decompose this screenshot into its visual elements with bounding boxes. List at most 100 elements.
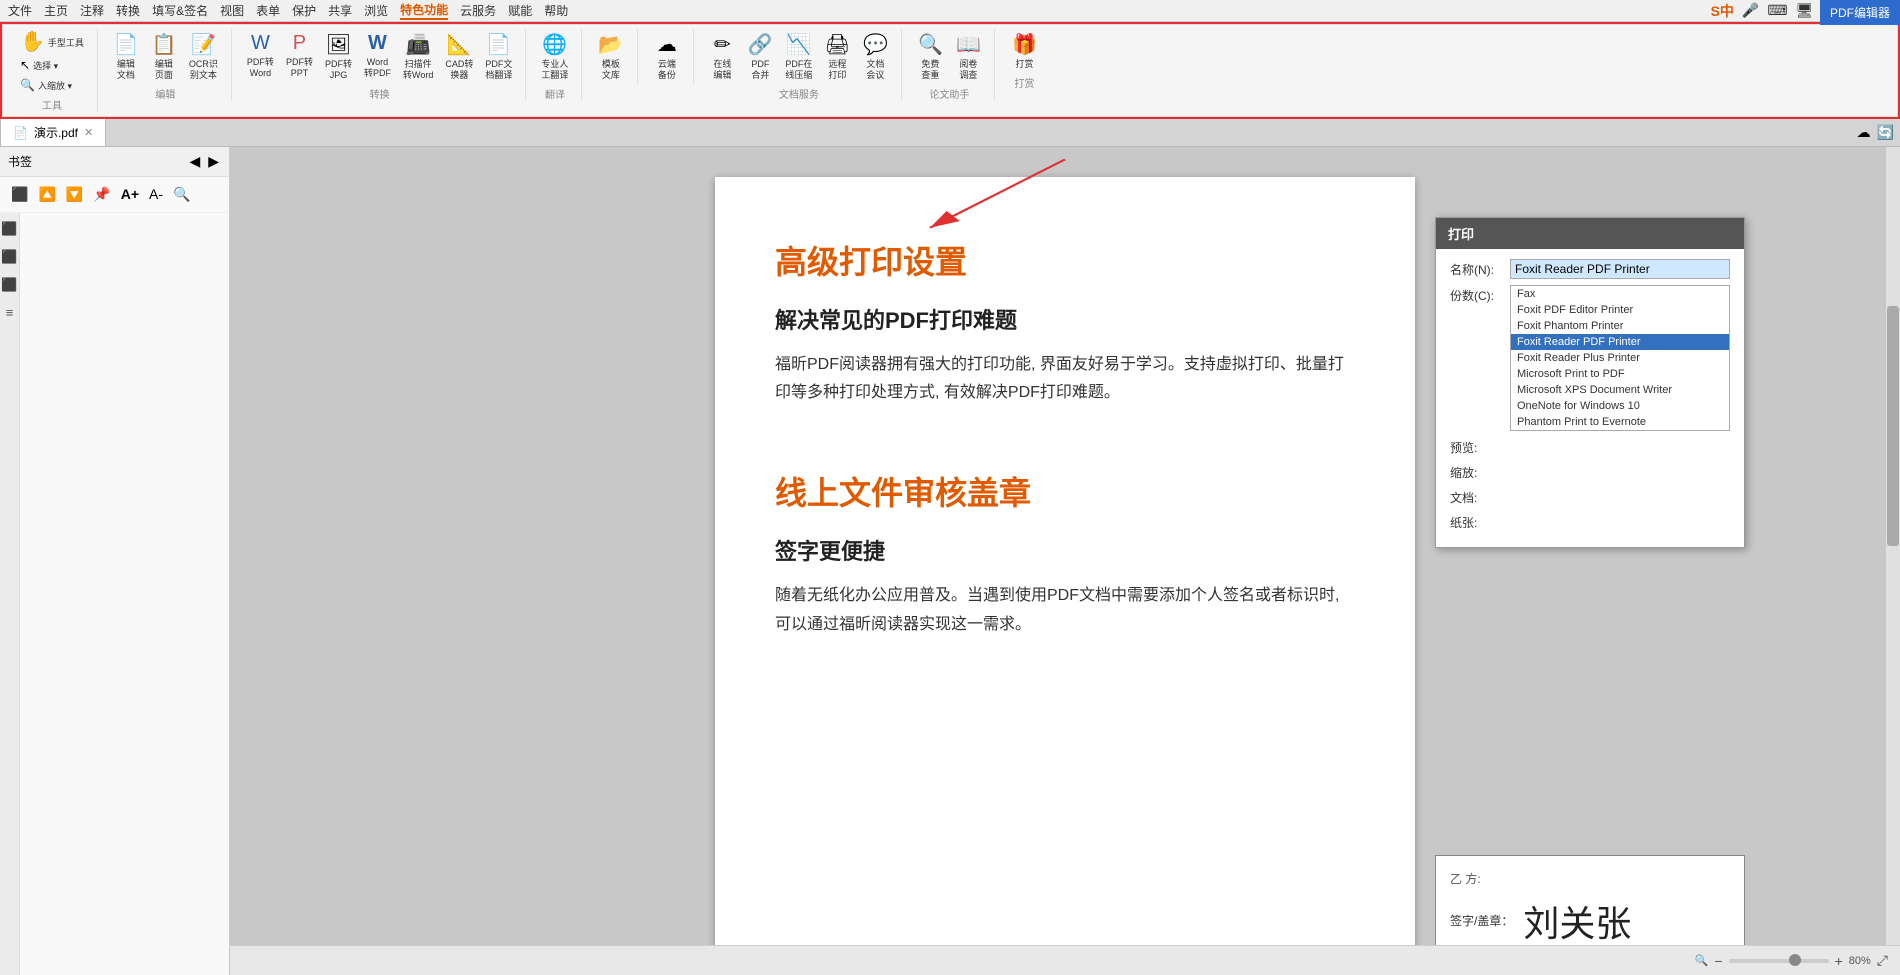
print-list-item-evernote[interactable]: Phantom Print to Evernote (1511, 414, 1729, 430)
menu-enable[interactable]: 赋能 (508, 2, 532, 19)
print-list-item-ms-pdf[interactable]: Microsoft Print to PDF (1511, 366, 1729, 382)
online-edit-button[interactable]: ✏ 在线编辑 (704, 29, 740, 84)
menu-convert[interactable]: 转换 (116, 2, 140, 19)
pdf-translate-button[interactable]: 📄 PDF文档翻译 (480, 29, 517, 84)
print-name-input[interactable] (1510, 259, 1730, 279)
ocr-button[interactable]: 📝 OCR识别文本 (184, 29, 223, 84)
edit-doc-button[interactable]: 📄 编辑文档 (108, 29, 144, 84)
scan-to-word-button[interactable]: 📠 扫描件转Word (398, 29, 438, 84)
pdf-to-word-button[interactable]: W PDF转Word (242, 29, 279, 84)
reward-icon: 🎁 (1012, 32, 1037, 57)
menu-browse[interactable]: 浏览 (364, 2, 388, 19)
menu-home[interactable]: 主页 (44, 2, 68, 19)
pdf-merge-label: PDF合并 (751, 59, 769, 81)
check-dup-button[interactable]: 🔍 免费查重 (912, 29, 948, 84)
cloud-backup-icon: ☁ (657, 32, 677, 57)
sync-icon: 🔄 (1877, 124, 1894, 141)
print-list-item-phantom[interactable]: Foxit Phantom Printer (1511, 318, 1729, 334)
menu-form[interactable]: 表单 (256, 2, 280, 19)
sidebar-tool-filter-icon[interactable]: 🔍 (170, 183, 193, 206)
sidebar-strip-icon-4[interactable]: ≡ (6, 305, 14, 320)
print-list-item-reader-plus[interactable]: Foxit Reader Plus Printer (1511, 350, 1729, 366)
cad-converter-button[interactable]: 📐 CAD转换器 (440, 29, 478, 84)
ribbon-group-template: 📂 模板文库 (588, 29, 638, 84)
menu-protect[interactable]: 保护 (292, 2, 316, 19)
menu-special[interactable]: 特色功能 (400, 1, 448, 20)
pdf-compress-button[interactable]: 📉 PDF在线压缩 (780, 29, 817, 84)
menu-cloud[interactable]: 云服务 (460, 2, 496, 19)
sidebar-body: ⬛ ⬛ ⬛ ≡ (0, 213, 229, 975)
zoom-tool-button[interactable]: 🔍 入缩放 ▾ (15, 76, 89, 95)
hand-tool-button[interactable]: ✋ 手型工具 (15, 29, 89, 55)
read-survey-button[interactable]: 📖 阅卷调查 (950, 29, 986, 84)
remote-print-button[interactable]: 🖨 远程打印 (819, 29, 855, 84)
file-tab[interactable]: 📄 演示.pdf ✕ (0, 118, 106, 146)
cloud-icon: ☁ (1857, 124, 1871, 141)
print-paper-row: 纸张: (1450, 512, 1730, 531)
zoom-label: 入缩放 ▾ (38, 81, 72, 92)
print-list-item-fax[interactable]: Fax (1511, 286, 1729, 302)
ribbon-group-docservice: 🔍 免费查重 📖 阅卷调查 论文助手 (908, 29, 995, 101)
file-tab-icon: 📄 (13, 126, 28, 140)
ribbon-group-translate: 🌐 专业人工翻译 翻译 (532, 29, 582, 101)
pdf-editor-panel-label[interactable]: PDF编辑器 (1820, 0, 1900, 25)
menu-help[interactable]: 帮助 (544, 2, 568, 19)
sidebar-prev-icon[interactable]: ◀ (187, 151, 202, 172)
top-right-mic[interactable]: 🎤 (1742, 2, 1759, 19)
word-to-pdf-button[interactable]: W Word转PDF (359, 29, 396, 84)
expand-icon[interactable]: ⤢ (1877, 952, 1888, 969)
sidebar-strip-icon-3[interactable]: ⬛ (1, 277, 17, 293)
pdf-compress-icon: 📉 (786, 32, 811, 57)
print-zoom-label: 缩放: (1450, 462, 1510, 481)
scrollbar-thumb[interactable] (1887, 306, 1899, 546)
edit-page-button[interactable]: 📋 编辑页面 (146, 29, 182, 84)
menu-file[interactable]: 文件 (8, 2, 32, 19)
sidebar-tool-size-down-icon[interactable]: A- (146, 183, 166, 205)
menu-share[interactable]: 共享 (328, 2, 352, 19)
zoom-slider-track[interactable] (1729, 959, 1829, 963)
print-list-item-ms-xps[interactable]: Microsoft XPS Document Writer (1511, 382, 1729, 398)
sidebar-tool-add-icon[interactable]: ⬛ (8, 183, 31, 206)
pdf-to-word-icon: W (251, 32, 270, 55)
sidebar-left-strip: ⬛ ⬛ ⬛ ≡ (0, 213, 20, 975)
section2-body: 随着无纸化办公应用普及。当遇到使用PDF文档中需要添加个人签名或者标识时, 可以… (775, 582, 1355, 640)
template-library-button[interactable]: 📂 模板文库 (593, 29, 629, 84)
sidebar-tools-bar: ⬛ 🔼 🔽 📌 A+ A- 🔍 (0, 177, 229, 213)
file-tab-close[interactable]: ✕ (84, 126, 93, 139)
menu-annotate[interactable]: 注释 (80, 2, 104, 19)
top-right-sogou: S中 (1711, 1, 1734, 21)
print-dialog-body: 名称(N): 份数(C): Fax Foxit PDF Editor Print… (1436, 249, 1744, 547)
sidebar-strip-icon-2[interactable]: ⬛ (1, 249, 17, 265)
top-right-screen[interactable]: 🖥 (1796, 2, 1814, 19)
sidebar-next-icon[interactable]: ▶ (206, 151, 221, 172)
check-dup-label: 免费查重 (921, 59, 939, 81)
zoom-slider-thumb[interactable] (1789, 954, 1801, 966)
reward-button[interactable]: 🎁 打赏 (1006, 29, 1042, 73)
pdf-merge-button[interactable]: 🔗 PDF合并 (742, 29, 778, 84)
pro-translate-button[interactable]: 🌐 专业人工翻译 (536, 29, 573, 84)
word-to-pdf-label: Word转PDF (364, 57, 391, 79)
vertical-scrollbar[interactable] (1886, 147, 1900, 945)
menu-sign[interactable]: 填写&签名 (152, 2, 208, 19)
sidebar-tool-nav3-icon[interactable]: 📌 (90, 183, 113, 206)
pdf-to-jpg-button[interactable]: 🖼 PDF转JPG (320, 29, 357, 84)
print-list-item-onenote[interactable]: OneNote for Windows 10 (1511, 398, 1729, 414)
zoom-minus-button[interactable]: − (1714, 953, 1722, 969)
print-list-item-reader[interactable]: Foxit Reader PDF Printer (1511, 334, 1729, 350)
ribbon-group-cloud: ☁ 云端备份 (644, 29, 694, 84)
pdf-translate-icon: 📄 (486, 32, 511, 57)
top-right-keyboard[interactable]: ⌨ (1767, 2, 1787, 19)
print-list-item-editor[interactable]: Foxit PDF Editor Printer (1511, 302, 1729, 318)
doc-meeting-button[interactable]: 💬 文档会议 (857, 29, 893, 84)
sidebar-tool-size-up-icon[interactable]: A+ (118, 183, 142, 205)
sidebar-tool-nav1-icon[interactable]: 🔼 (35, 183, 58, 206)
main-area: 书签 ◀ ▶ ⬛ 🔼 🔽 📌 A+ A- 🔍 ⬛ ⬛ ⬛ ≡ (0, 147, 1900, 975)
sidebar-strip-icon-1[interactable]: ⬛ (1, 221, 17, 237)
cloud-backup-button[interactable]: ☁ 云端备份 (649, 29, 685, 84)
menu-view[interactable]: 视图 (220, 2, 244, 19)
sidebar-tool-nav2-icon[interactable]: 🔽 (63, 183, 86, 206)
zoom-plus-button[interactable]: + (1835, 953, 1843, 969)
select-tool-button[interactable]: ↖ 选择 ▾ (15, 56, 89, 75)
scan-to-word-label: 扫描件转Word (403, 59, 433, 81)
pdf-to-ppt-button[interactable]: P PDF转PPT (281, 29, 318, 84)
